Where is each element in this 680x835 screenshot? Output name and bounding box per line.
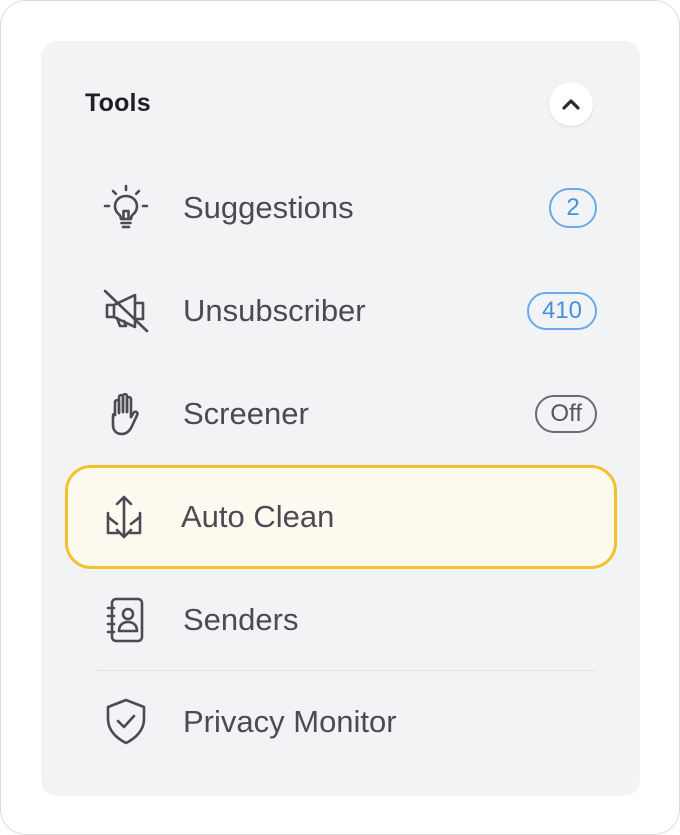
lightbulb-icon <box>100 182 152 234</box>
muted-megaphone-icon <box>100 285 152 337</box>
tool-item-auto-clean[interactable]: Auto Clean <box>65 465 617 569</box>
status-badge: Off <box>535 395 597 433</box>
tool-item-label: Auto Clean <box>181 499 335 534</box>
tools-header: Tools <box>41 41 640 166</box>
tools-panel: Tools Suggestions 2 Unsubscriber 410 Scr… <box>41 41 640 796</box>
arrows-in-out-icon <box>98 491 150 543</box>
tool-item-privacy-monitor[interactable]: Privacy Monitor <box>67 671 615 773</box>
shield-check-icon <box>100 696 152 748</box>
tool-item-unsubscriber[interactable]: Unsubscriber 410 <box>67 260 615 362</box>
window-frame: Tools Suggestions 2 Unsubscriber 410 Scr… <box>0 0 680 835</box>
contact-book-icon <box>100 594 152 646</box>
tool-item-label: Suggestions <box>183 190 354 225</box>
hand-stop-icon <box>100 388 152 440</box>
count-badge: 2 <box>549 188 597 228</box>
collapse-button[interactable] <box>549 82 593 126</box>
chevron-up-icon <box>560 97 582 111</box>
tool-item-senders[interactable]: Senders <box>67 569 615 671</box>
count-badge: 410 <box>526 292 597 330</box>
tool-item-label: Senders <box>183 602 299 637</box>
tool-item-label: Unsubscriber <box>183 293 366 328</box>
tool-item-suggestions[interactable]: Suggestions 2 <box>67 157 615 259</box>
tool-item-label: Privacy Monitor <box>183 704 397 739</box>
tool-item-label: Screener <box>183 396 309 431</box>
tools-title: Tools <box>85 89 151 117</box>
tool-item-screener[interactable]: Screener Off <box>67 363 615 465</box>
